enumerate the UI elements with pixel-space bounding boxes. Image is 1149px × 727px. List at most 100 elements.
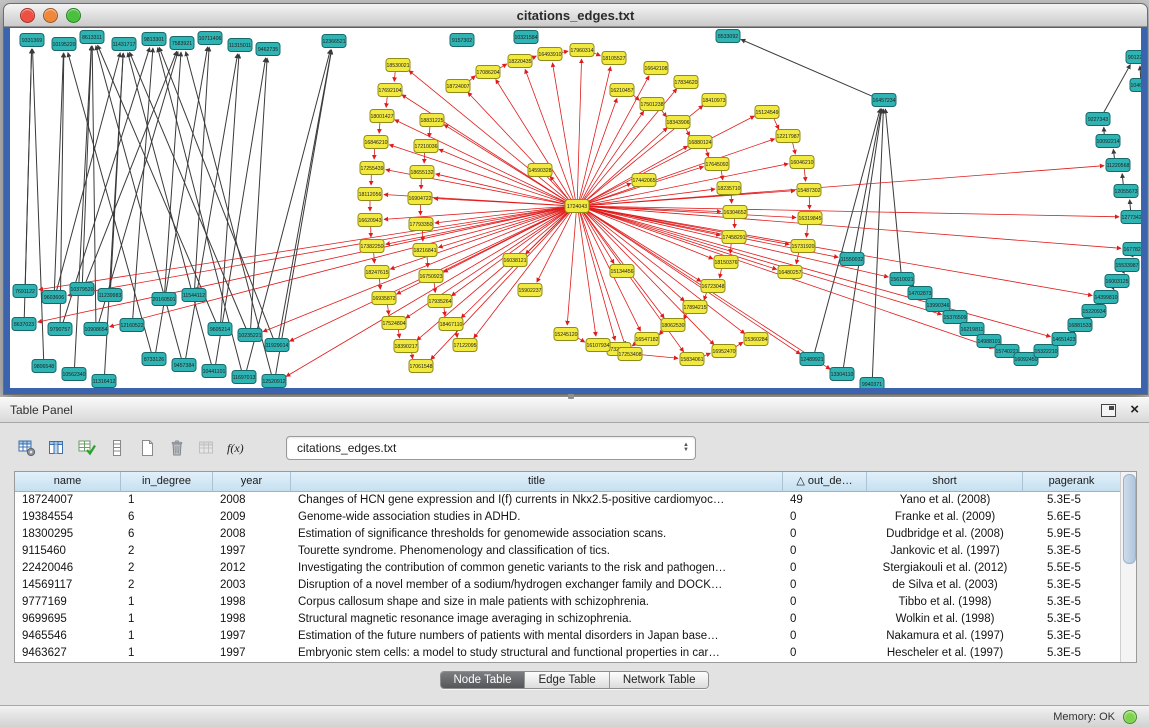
cell-name[interactable]: 9699695 xyxy=(15,611,121,628)
cell-year[interactable]: 1997 xyxy=(213,543,291,560)
graph-node[interactable]: 16107934 xyxy=(586,339,610,352)
graph-node[interactable]: 16219811 xyxy=(960,323,984,336)
graph-node[interactable]: 18235710 xyxy=(717,182,741,195)
graph-node[interactable]: 16904722 xyxy=(408,192,432,205)
graph-node[interactable]: 17692104 xyxy=(378,84,402,97)
cell-year[interactable]: 2012 xyxy=(213,560,291,577)
graph-node[interactable]: 12489921 xyxy=(800,353,824,366)
cell-name[interactable]: 9463627 xyxy=(15,645,121,662)
graph-node[interactable]: 15220934 xyxy=(1082,305,1106,318)
graph-node[interactable]: 17442065 xyxy=(632,174,656,187)
cell-out_degree[interactable]: 0 xyxy=(783,628,867,645)
cell-title[interactable]: Estimation of significance thresholds fo… xyxy=(291,526,783,543)
graph-node[interactable]: 9813301 xyxy=(142,33,166,46)
cell-year[interactable]: 2008 xyxy=(213,526,291,543)
graph-node[interactable]: 18655132 xyxy=(410,166,434,179)
graph-node[interactable]: 17122095 xyxy=(453,339,477,352)
graph-node[interactable]: 12217987 xyxy=(776,130,800,143)
graph-node[interactable]: 17382250 xyxy=(360,240,384,253)
graph-node[interactable]: 17793350 xyxy=(409,218,433,231)
cell-out_degree[interactable]: 0 xyxy=(783,509,867,526)
graph-node[interactable]: 9012233 xyxy=(1126,51,1141,64)
cell-out_degree[interactable]: 0 xyxy=(783,594,867,611)
network-window-titlebar[interactable]: citations_edges.txt xyxy=(4,4,1147,27)
graph-node[interactable]: 9462735 xyxy=(256,43,280,56)
graph-node[interactable]: 16319845 xyxy=(798,212,822,225)
graph-node[interactable]: 16880124 xyxy=(688,136,712,149)
graph-node[interactable]: 11239983 xyxy=(98,289,122,302)
graph-node[interactable]: 15610021 xyxy=(890,273,914,286)
cell-short[interactable]: Wolkin et al. (1998) xyxy=(867,611,1023,628)
cell-in_degree[interactable]: 6 xyxy=(121,526,213,543)
graph-node[interactable]: 10562340 xyxy=(62,368,86,381)
graph-node[interactable]: 14651423 xyxy=(1052,333,1076,346)
table-row[interactable]: 1830029562008Estimation of significance … xyxy=(15,526,1120,543)
cell-name[interactable]: 9115460 xyxy=(15,543,121,560)
graph-node[interactable]: 14702873 xyxy=(908,287,932,300)
graph-node[interactable]: 11550032 xyxy=(840,253,864,266)
graph-node[interactable]: 16457234 xyxy=(872,94,896,107)
cell-name[interactable]: 18724007 xyxy=(15,492,121,509)
graph-node[interactable]: 10321584 xyxy=(514,31,538,44)
graph-node[interactable]: 15360284 xyxy=(744,333,768,346)
graph-node[interactable]: 18105527 xyxy=(602,52,626,65)
cell-short[interactable]: Dudbridge et al. (2008) xyxy=(867,526,1023,543)
graph-node[interactable]: 20160501 xyxy=(152,293,176,306)
row-tools-icon[interactable] xyxy=(104,436,130,460)
graph-node[interactable]: 13304110 xyxy=(830,368,854,381)
graph-node[interactable]: 8733126 xyxy=(142,353,166,366)
cell-pagerank[interactable]: 5.3E-5 xyxy=(1023,628,1120,645)
cell-pagerank[interactable]: 5.5E-5 xyxy=(1023,560,1120,577)
cell-year[interactable]: 2009 xyxy=(213,509,291,526)
graph-node[interactable]: 14590328 xyxy=(528,164,552,177)
graph-node[interactable]: 9457384 xyxy=(172,359,196,372)
table-row[interactable]: 2242004622012Investigating the contribut… xyxy=(15,560,1120,577)
cell-name[interactable]: 9465546 xyxy=(15,628,121,645)
graph-node[interactable]: 16778204 xyxy=(1123,243,1141,256)
graph-node[interactable]: 10379520 xyxy=(70,283,94,296)
graph-node[interactable]: 18001427 xyxy=(370,110,394,123)
graph-node[interactable]: 11544112 xyxy=(182,289,206,302)
cell-short[interactable]: Stergiakouli et al. (2012) xyxy=(867,560,1023,577)
graph-node[interactable]: 8533092 xyxy=(716,30,740,43)
graph-node[interactable]: 15834061 xyxy=(680,353,704,366)
column-header-out_degree[interactable]: △ out_de… xyxy=(783,472,867,492)
column-header-title[interactable]: title xyxy=(291,472,783,492)
cell-year[interactable]: 2008 xyxy=(213,492,291,509)
table-scrollbar[interactable] xyxy=(1120,472,1136,662)
column-header-in_degree[interactable]: in_degree xyxy=(121,472,213,492)
graph-node[interactable]: 18216841 xyxy=(413,244,437,257)
graph-node[interactable]: 16210457 xyxy=(610,84,634,97)
cell-name[interactable]: 18300295 xyxy=(15,526,121,543)
cell-year[interactable]: 2003 xyxy=(213,577,291,594)
table-row[interactable]: 1938455462009Genome-wide association stu… xyxy=(15,509,1120,526)
graph-node[interactable]: 18410973 xyxy=(702,94,726,107)
graph-node[interactable]: 16304652 xyxy=(723,206,747,219)
graph-node[interactable]: 17501238 xyxy=(640,98,664,111)
table-row[interactable]: 911546021997Tourette syndrome. Phenomeno… xyxy=(15,543,1120,560)
cell-pagerank[interactable]: 5.3E-5 xyxy=(1023,611,1120,628)
graph-node[interactable]: 17210036 xyxy=(414,140,438,153)
cell-pagerank[interactable]: 5.6E-5 xyxy=(1023,509,1120,526)
cell-in_degree[interactable]: 6 xyxy=(121,509,213,526)
graph-node[interactable]: 17253408 xyxy=(618,348,642,361)
graph-node[interactable]: 15124549 xyxy=(755,106,779,119)
table-row[interactable]: 1456911722003Disruption of a novel membe… xyxy=(15,577,1120,594)
graph-node[interactable]: 11220568 xyxy=(1106,159,1130,172)
cell-year[interactable]: 1997 xyxy=(213,645,291,662)
graph-node[interactable]: 18247615 xyxy=(365,266,389,279)
graph-node[interactable]: 11929014 xyxy=(265,339,289,352)
cell-title[interactable]: Tourette syndrome. Phenomenology and cla… xyxy=(291,543,783,560)
cell-in_degree[interactable]: 1 xyxy=(121,594,213,611)
graph-node[interactable]: 17524804 xyxy=(382,317,406,330)
graph-node[interactable]: 18220435 xyxy=(508,55,532,68)
cell-short[interactable]: de Silva et al. (2003) xyxy=(867,577,1023,594)
cell-pagerank[interactable]: 5.3E-5 xyxy=(1023,492,1120,509)
graph-node[interactable]: 17935264 xyxy=(428,295,452,308)
graph-node[interactable]: 15731920 xyxy=(791,240,815,253)
tab-node-table[interactable]: Node Table xyxy=(441,672,526,688)
graph-node[interactable]: 7691122 xyxy=(13,285,37,298)
graph-node[interactable]: 17834620 xyxy=(674,76,698,89)
graph-node[interactable]: 16723048 xyxy=(701,280,725,293)
panel-resize-grip[interactable] xyxy=(568,394,574,399)
